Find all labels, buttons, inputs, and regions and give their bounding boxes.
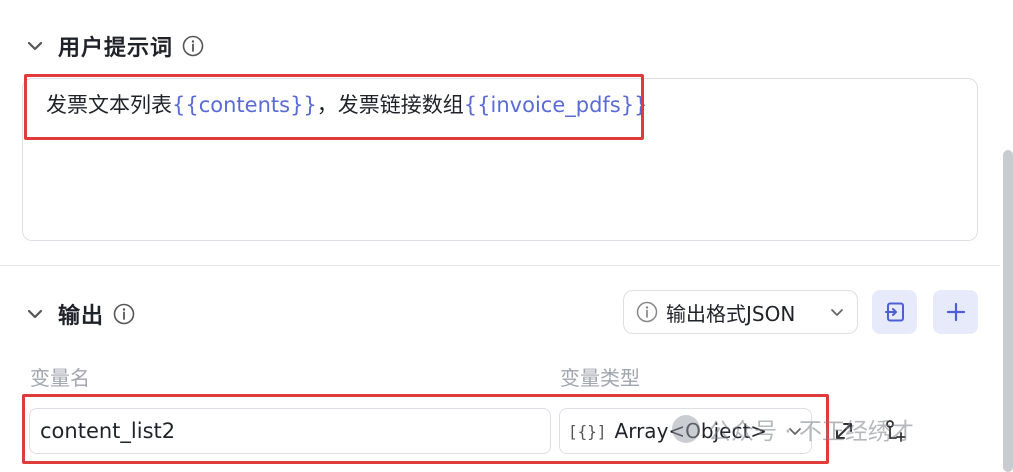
prompt-text-part: 发票文本列表 bbox=[46, 93, 172, 117]
output-section-header[interactable]: 输出 bbox=[22, 298, 136, 330]
plus-icon bbox=[945, 301, 967, 323]
prompt-section-title: 用户提示词 bbox=[58, 36, 174, 61]
variable-name-input[interactable] bbox=[29, 408, 551, 454]
watermark: 公众号 · 不正经绣才 bbox=[672, 412, 914, 446]
scrollbar[interactable] bbox=[1003, 150, 1013, 472]
section-divider bbox=[0, 265, 1000, 266]
chevron-down-icon[interactable] bbox=[22, 33, 48, 59]
output-section-title: 输出 bbox=[58, 304, 105, 329]
import-icon bbox=[883, 300, 907, 324]
prompt-content[interactable]: 发票文本列表{{contents}}，发票链接数组{{invoice_pdfs}… bbox=[46, 90, 647, 120]
prompt-section-header[interactable]: 用户提示词 bbox=[22, 30, 205, 62]
watermark-logo-icon bbox=[672, 415, 700, 443]
output-format-select[interactable]: 输出格式JSON bbox=[623, 290, 858, 334]
prompt-text-part: ，发票链接数组 bbox=[316, 93, 464, 117]
import-button[interactable] bbox=[872, 290, 917, 334]
chevron-down-icon bbox=[829, 304, 845, 320]
info-icon bbox=[636, 301, 658, 323]
info-icon[interactable] bbox=[181, 34, 205, 58]
chevron-down-icon[interactable] bbox=[22, 301, 48, 327]
array-object-icon: [{}] bbox=[568, 421, 607, 441]
watermark-text: 公众号 · 不正经绣才 bbox=[708, 419, 914, 445]
variable-name-column-header: 变量名 bbox=[30, 366, 90, 390]
add-output-button[interactable] bbox=[933, 290, 978, 334]
info-icon[interactable] bbox=[112, 302, 136, 326]
output-format-label: 输出格式JSON bbox=[666, 301, 796, 326]
prompt-variable-invoice-pdfs: {{invoice_pdfs}} bbox=[463, 93, 648, 117]
variable-type-column-header: 变量类型 bbox=[560, 366, 640, 390]
prompt-variable-contents: {{contents}} bbox=[172, 93, 317, 117]
